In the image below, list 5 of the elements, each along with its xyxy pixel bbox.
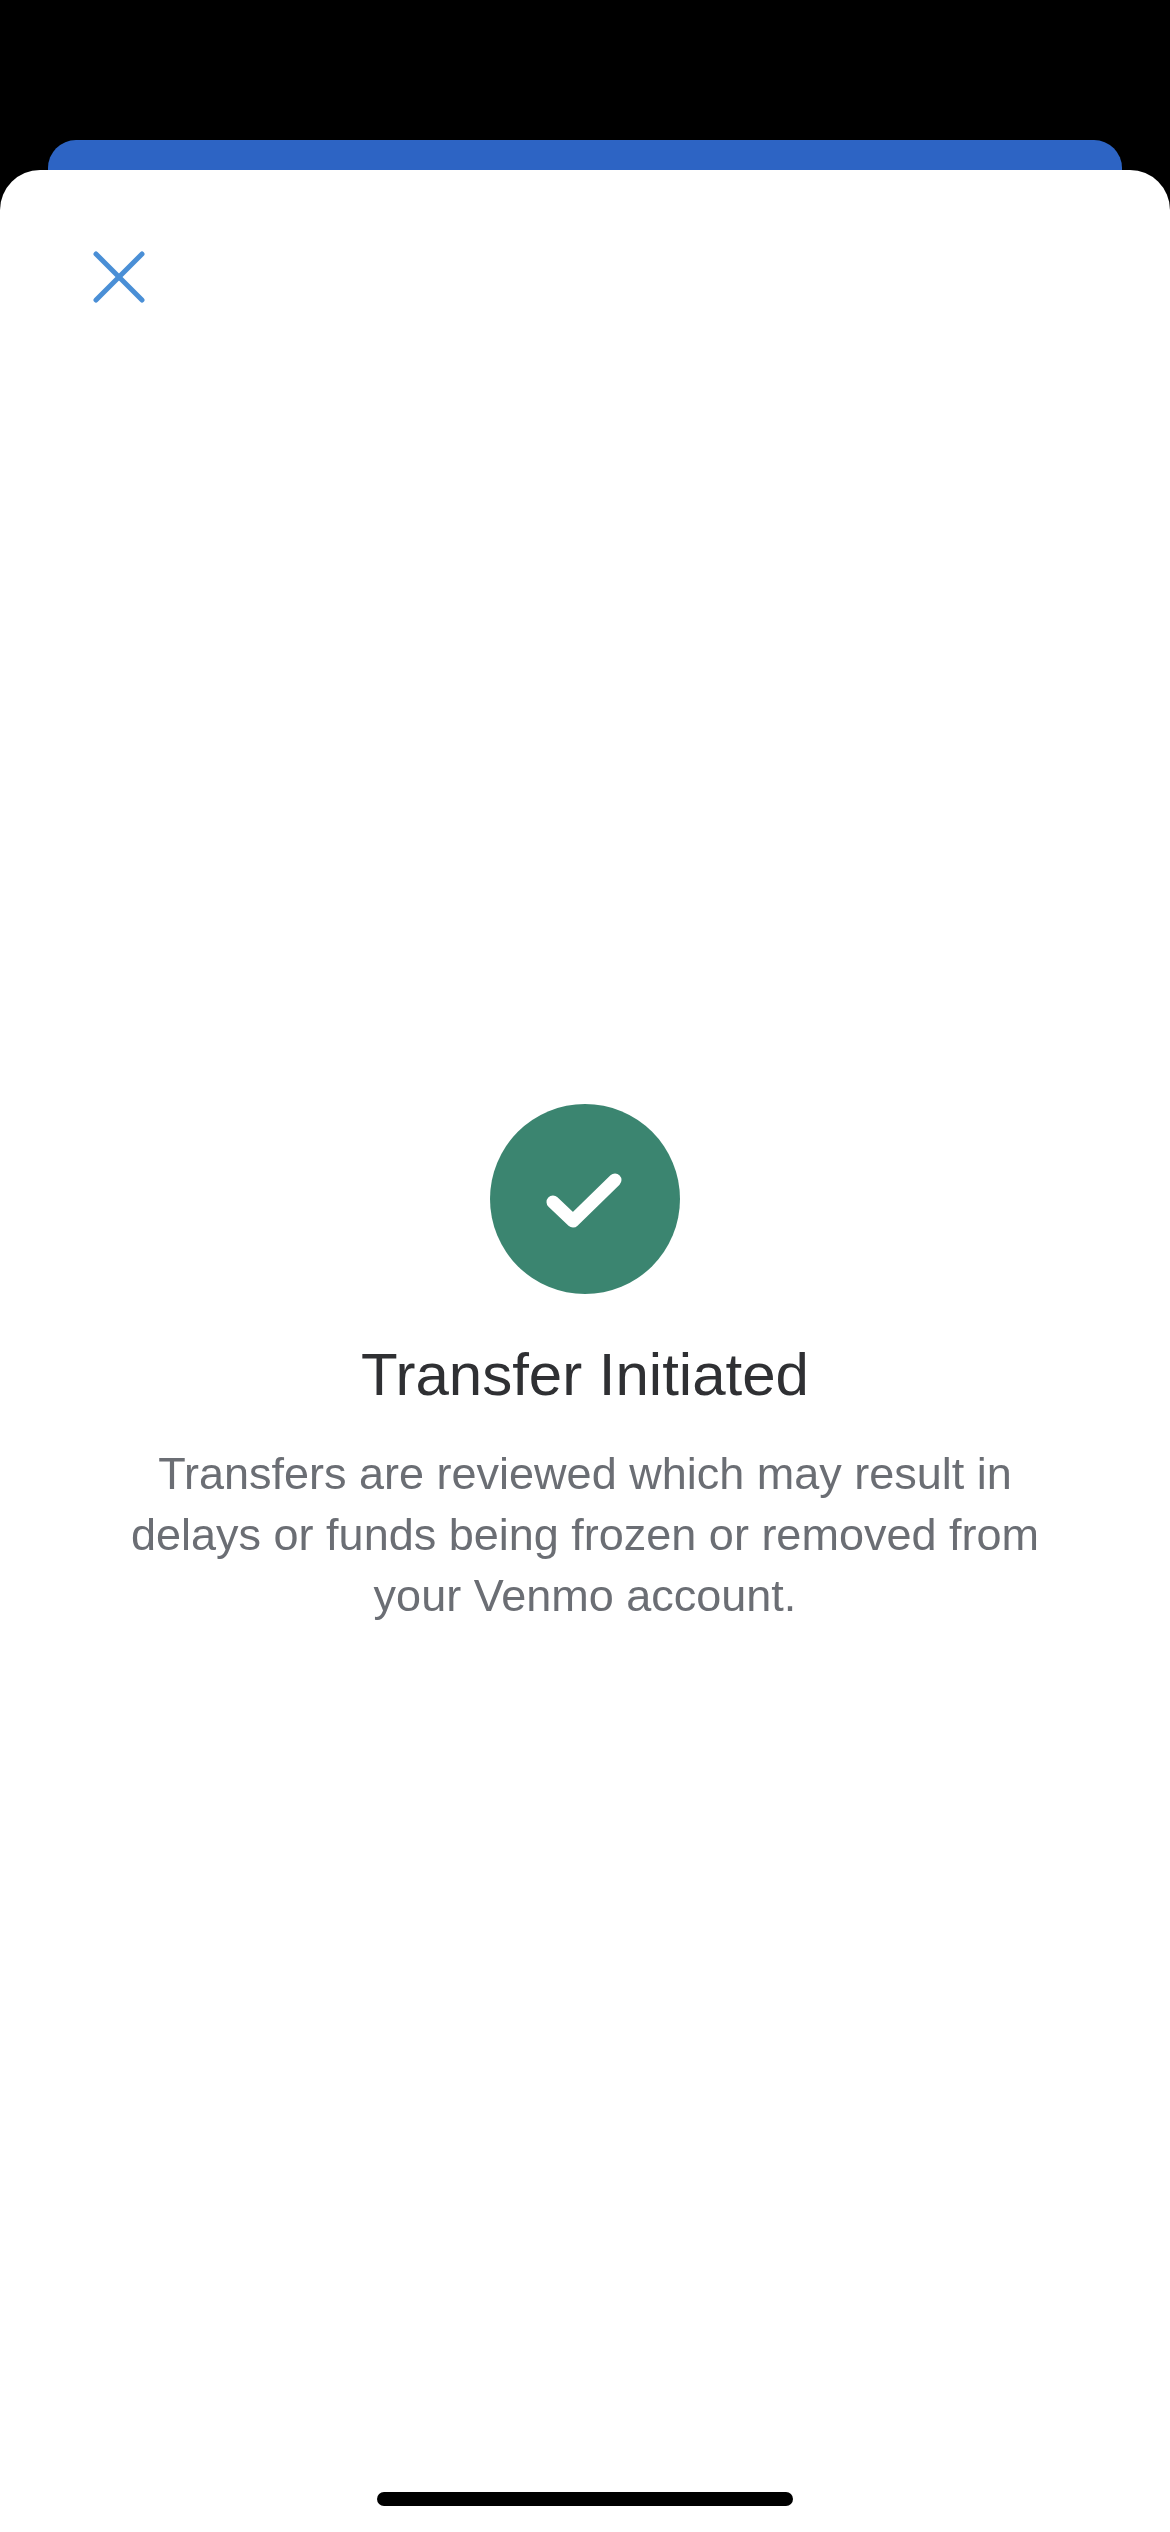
status-message: Transfers are reviewed which may result in delays or funds being frozen or removed from your Venmo account. <box>130 1447 1040 1623</box>
close-icon <box>92 250 146 304</box>
close-button[interactable] <box>92 250 146 304</box>
checkmark-icon <box>490 1104 680 1294</box>
status-title: Transfer Initiated <box>361 1340 809 1409</box>
